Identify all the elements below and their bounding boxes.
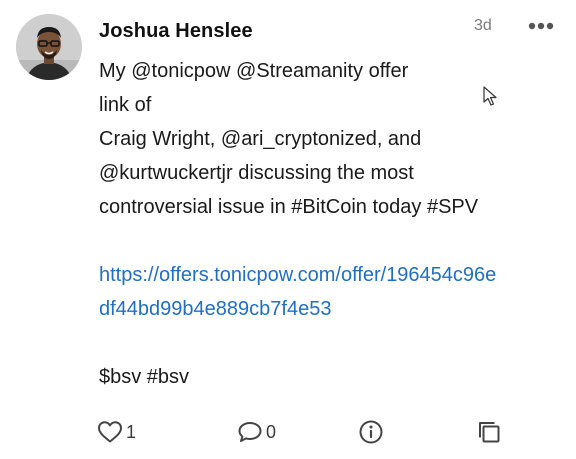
mouse-pointer-icon bbox=[483, 86, 499, 106]
post-actions-bar: 1 0 bbox=[0, 414, 576, 454]
like-count: 1 bbox=[126, 421, 137, 442]
like-button[interactable]: 1 bbox=[97, 414, 136, 450]
comment-count: 0 bbox=[266, 421, 277, 442]
post-text-line: @kurtwuckertjr discussing the most bbox=[99, 162, 414, 184]
offer-link-line: df44bd99b4e889cb7f4e53 bbox=[99, 292, 569, 326]
offer-link-line: https://offers.tonicpow.com/offer/196454… bbox=[99, 258, 569, 292]
post-tags: $bsv #bsv bbox=[99, 366, 190, 388]
info-button[interactable] bbox=[358, 414, 384, 450]
avatar-photo bbox=[16, 14, 82, 80]
more-horizontal-icon bbox=[528, 22, 554, 30]
comment-button[interactable]: 0 bbox=[237, 414, 276, 450]
offer-link[interactable]: https://offers.tonicpow.com/offer/196454… bbox=[99, 264, 496, 286]
offer-link-continued[interactable]: df44bd99b4e889cb7f4e53 bbox=[99, 298, 331, 320]
post-text-line: controversial issue in #BitCoin today #S… bbox=[99, 196, 479, 218]
avatar[interactable] bbox=[16, 14, 82, 80]
post-card: Joshua Henslee 3d My @tonicpow @Streaman… bbox=[0, 0, 576, 459]
info-icon bbox=[359, 420, 383, 444]
author-name[interactable]: Joshua Henslee bbox=[99, 20, 253, 43]
post-text-line: My @tonicpow @Streamanity offer bbox=[99, 60, 409, 82]
speech-bubble-icon bbox=[238, 422, 262, 442]
copy-icon bbox=[479, 422, 500, 443]
more-options-button[interactable] bbox=[526, 16, 556, 36]
post-text-line: Craig Wright, @ari_cryptonized, and bbox=[99, 128, 422, 150]
post-timestamp: 3d bbox=[474, 17, 492, 34]
heart-icon bbox=[98, 421, 122, 443]
copy-button[interactable] bbox=[476, 414, 502, 450]
